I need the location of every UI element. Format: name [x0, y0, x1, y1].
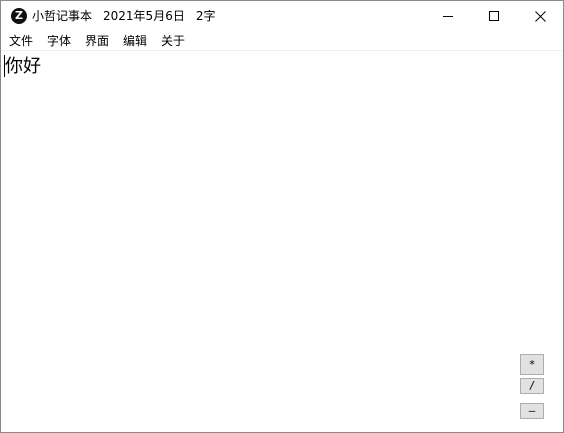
- minimize-icon: [443, 16, 453, 17]
- close-icon: [534, 10, 546, 22]
- maximize-button[interactable]: [471, 1, 517, 31]
- app-window: Z 小哲记事本 2021年5月6日 2字 文件 字体 界面 编辑 关于 你好 *…: [0, 0, 564, 433]
- multiply-button[interactable]: *: [520, 354, 544, 375]
- text-editor[interactable]: 你好: [2, 52, 562, 432]
- divide-button[interactable]: /: [520, 378, 544, 394]
- window-title: 小哲记事本 2021年5月6日 2字: [32, 8, 215, 24]
- menu-about[interactable]: 关于: [161, 33, 185, 49]
- title-char-count: 2字: [195, 9, 216, 23]
- app-logo-icon: Z: [11, 8, 27, 24]
- menu-edit[interactable]: 编辑: [123, 33, 147, 49]
- app-title: 小哲记事本: [32, 9, 93, 23]
- menu-interface[interactable]: 界面: [85, 33, 109, 49]
- title-bar[interactable]: Z 小哲记事本 2021年5月6日 2字: [1, 1, 563, 31]
- title-date: 2021年5月6日: [103, 9, 185, 23]
- minimize-button[interactable]: [425, 1, 471, 31]
- menu-font[interactable]: 字体: [47, 33, 71, 49]
- editor-content: 你好: [5, 56, 41, 77]
- menu-bar: 文件 字体 界面 编辑 关于: [1, 31, 563, 51]
- menu-file[interactable]: 文件: [9, 33, 33, 49]
- minus-button[interactable]: –: [520, 403, 544, 419]
- close-button[interactable]: [517, 1, 563, 31]
- maximize-icon: [489, 11, 499, 21]
